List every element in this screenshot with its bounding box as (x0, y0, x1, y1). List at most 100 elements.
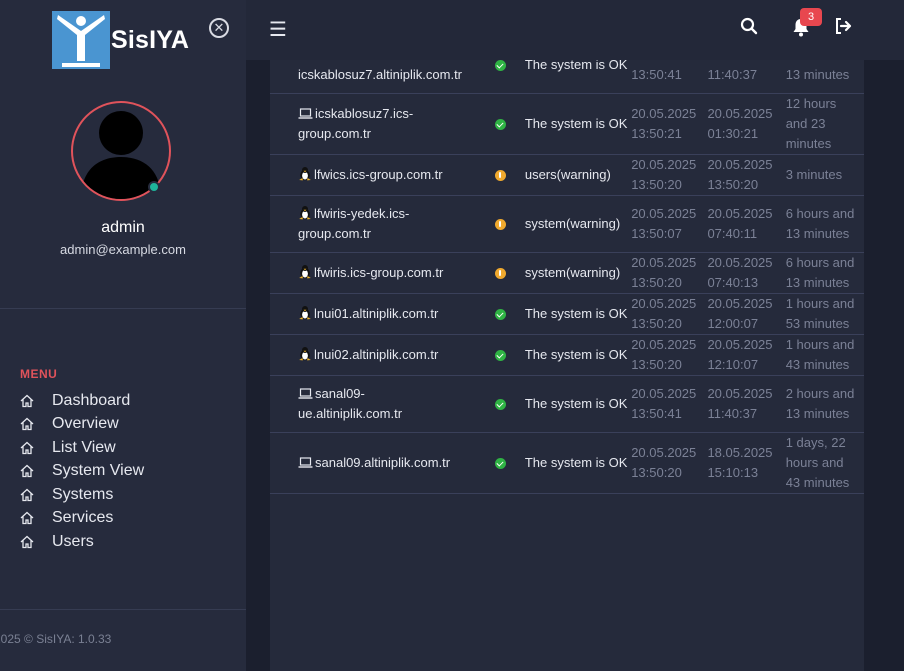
table-row[interactable]: lnui02.altiniplik.com.tr The system is OK… (270, 334, 864, 376)
change-time-cell: 20.05.2025 07:40:13 (707, 252, 786, 294)
host-cell: lfwiris-yedek.ics-group.com.tr (270, 195, 463, 253)
check-time: 20.05.2025 13:50:41 (631, 386, 697, 421)
search-icon[interactable] (740, 17, 758, 35)
change-time-cell: 20.05.2025 13:50:20 (707, 154, 786, 196)
menu-toggle-button[interactable]: ☰ (269, 17, 287, 42)
sidebar-item-label: Services (52, 509, 114, 527)
topbar: ☰ 3 (246, 0, 904, 60)
check-time-cell: 20.05.2025 13:50:21 (631, 93, 708, 155)
duration: 6 hours and 13 minutes (785, 206, 855, 241)
check-time: 20.05.2025 13:50:20 (631, 337, 697, 372)
sidebar-item-list-view[interactable]: List View (20, 436, 144, 460)
notification-badge: 3 (800, 8, 822, 26)
sidebar-item-label: System View (52, 462, 145, 480)
status-message: The system is OK (524, 347, 628, 362)
status-ok-icon (494, 309, 506, 321)
status-warning-icon (494, 268, 506, 280)
table-row[interactable]: sanal09.altiniplik.com.tr The system is O… (270, 432, 864, 494)
status-cell (462, 154, 523, 196)
status-cell (462, 195, 523, 253)
sidebar-item-dashboard[interactable]: Dashboard (20, 389, 144, 413)
sidebar-item-systems[interactable]: Systems (20, 483, 144, 507)
linux-icon (299, 206, 311, 220)
status-ok-icon (494, 350, 506, 362)
logout-icon[interactable] (834, 17, 852, 35)
check-time-cell: 20.05.2025 13:50:20 (631, 252, 708, 294)
footer-copyright: 2025 © SisIYA: 1.0.33 (0, 632, 112, 646)
duration: 12 hours and 23 minutes (785, 96, 837, 151)
host-name[interactable]: lfwiris-yedek.ics-group.com.tr (298, 206, 409, 241)
host-name[interactable]: lnui02.altiniplik.com.tr (314, 347, 438, 362)
check-time-cell: 20.05.2025 13:50:20 (631, 293, 708, 335)
message-cell: system(warning) (522, 195, 632, 253)
message-cell: The system is OK (522, 432, 632, 494)
sidebar-item-system-view[interactable]: System View (20, 460, 144, 484)
duration-cell: 2 hours and 13 minutes (785, 375, 864, 433)
message-cell: The system is OK (522, 375, 632, 433)
table-row[interactable]: lfwics.ics-group.com.tr users(warning) 20.… (270, 154, 864, 196)
check-time: 20.05.2025 13:50:20 (631, 255, 697, 290)
host-name[interactable]: sanal09-ue.altiniplik.com.tr (298, 386, 402, 421)
status-cell (462, 293, 523, 335)
host-name[interactable]: icskablosuz7.altiniplik.com.tr (298, 67, 462, 82)
brand[interactable]: SisIYA (52, 11, 189, 69)
host-name[interactable]: sanal09.altiniplik.com.tr (315, 455, 450, 470)
host-name[interactable]: lfwiris.ics-group.com.tr (314, 265, 443, 280)
systems-table: g...13 minutesicskablosuz7.altiniplik.co… (270, 60, 864, 494)
status-message: The system is OK (524, 60, 628, 72)
table-row[interactable]: icskablosuz7.ics-group.com.tr The system … (270, 93, 864, 155)
change-time-cell: 20.05.2025 11:40:37 (707, 60, 786, 94)
check-time-cell: 20.05.2025 13:50:20 (631, 432, 708, 494)
status-cell (462, 93, 523, 155)
close-icon: ✕ (213, 20, 225, 35)
host-cell: sanal09.altiniplik.com.tr (270, 432, 463, 494)
sidebar-item-overview[interactable]: Overview (20, 413, 144, 437)
message-cell: system(warning) (522, 252, 632, 294)
status-ok-icon (494, 119, 506, 131)
home-icon (20, 535, 34, 548)
status-cell (462, 375, 523, 433)
host-cell: lnui02.altiniplik.com.tr (270, 334, 463, 376)
table-row[interactable]: lfwiris-yedek.ics-group.com.tr system(war… (270, 195, 864, 253)
sidebar-item-services[interactable]: Services (20, 507, 144, 531)
table-row[interactable]: sanal09-ue.altiniplik.com.tr The system i… (270, 375, 864, 433)
sidebar-item-label: List View (52, 438, 116, 456)
host-name[interactable]: icskablosuz7.ics-group.com.tr (298, 106, 413, 141)
sidebar-item-label: Overview (52, 415, 119, 433)
host-name[interactable]: lfwics.ics-group.com.tr (314, 167, 443, 182)
host-cell: icskablosuz7.altiniplik.com.tr (270, 60, 463, 94)
home-icon (20, 464, 34, 478)
sidebar-item-users[interactable]: Users (20, 530, 144, 554)
change-time: 20.05.2025 11:40:37 (707, 60, 772, 82)
linux-icon (299, 306, 311, 320)
message-cell: The system is OK (522, 60, 632, 94)
message-cell: The system is OK (522, 293, 632, 335)
check-time-cell: 20.05.2025 13:50:41 (631, 60, 708, 94)
online-status-indicator (148, 181, 160, 193)
check-time-cell: 20.05.2025 13:50:07 (631, 195, 708, 253)
status-message: users(warning) (524, 167, 611, 182)
table-row[interactable]: lnui01.altiniplik.com.tr The system is OK… (270, 293, 864, 335)
table-row[interactable]: lfwiris.ics-group.com.tr system(warning) 2… (270, 252, 864, 294)
home-icon (20, 488, 34, 501)
status-ok-icon (494, 458, 506, 470)
host-cell: sanal09-ue.altiniplik.com.tr (270, 375, 463, 433)
laptop-icon (298, 60, 313, 61)
sidebar-menu: Dashboard Overview List View System View… (20, 389, 144, 554)
scrollbar[interactable] (886, 60, 904, 671)
status-cell (462, 60, 523, 94)
user-name: admin (101, 219, 145, 236)
table-row[interactable]: icskablosuz7.altiniplik.com.tr The system… (270, 60, 864, 94)
duration: 2 hours and 13 minutes (785, 60, 855, 82)
message-cell: The system is OK (522, 93, 632, 155)
status-message: The system is OK (524, 455, 628, 470)
change-time: 20.05.2025 13:50:20 (707, 157, 773, 192)
check-time-cell: 20.05.2025 13:50:41 (631, 375, 708, 433)
change-time-cell: 18.05.2025 15:10:13 (707, 432, 786, 494)
laptop-icon (298, 457, 313, 468)
check-time: 20.05.2025 13:50:20 (631, 296, 697, 331)
host-name[interactable]: lnui01.altiniplik.com.tr (314, 306, 438, 321)
check-time: 20.05.2025 13:50:20 (631, 157, 697, 192)
status-ok-icon (494, 399, 506, 411)
close-sidebar-button[interactable]: ✕ (209, 18, 229, 38)
